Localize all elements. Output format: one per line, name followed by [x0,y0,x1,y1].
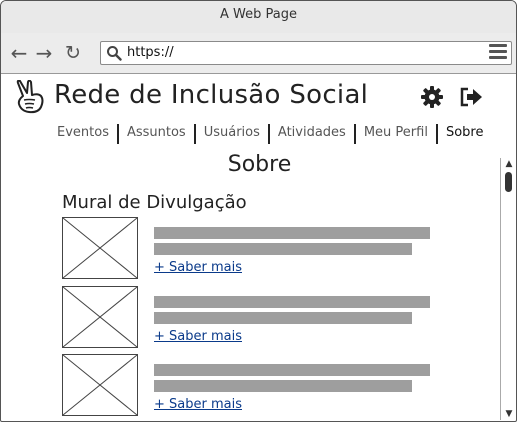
saber-mais-link[interactable]: + Saber mais [154,329,242,344]
post-item: + Saber mais [62,354,482,418]
text-placeholder-line [154,227,430,239]
text-placeholder-line [154,364,430,376]
image-placeholder [62,354,138,416]
page-content: Rede de Inclusão Social Eventos Assuntos… [1,74,516,421]
post-item: + Saber mais [62,286,482,350]
window-title: A Web Page [220,7,297,22]
hamburger-menu-icon[interactable] [489,44,507,62]
saber-mais-link[interactable]: + Saber mais [154,397,242,412]
peace-hand-logo-icon [16,80,44,114]
text-placeholder-line [154,312,412,324]
text-placeholder-line [154,296,430,308]
post-item: + Saber mais [62,217,482,281]
search-icon [107,46,122,61]
reload-icon[interactable]: ↻ [63,42,83,64]
main-nav: Eventos Assuntos Usuários Atividades Meu… [49,124,491,144]
scroll-down-icon[interactable]: ▼ [504,409,514,419]
nav-item-usuarios[interactable]: Usuários [196,124,268,142]
browser-window: A Web Page ← → ↻ https:// Rede de Inclus… [0,0,517,422]
nav-item-sobre[interactable]: Sobre [438,124,492,142]
nav-item-atividades[interactable]: Atividades [270,124,354,142]
scroll-up-icon[interactable]: ▲ [504,159,514,169]
logout-icon[interactable] [459,86,483,108]
address-bar[interactable]: https:// [100,41,512,65]
text-placeholder-line [154,243,412,255]
arrow-left-icon[interactable]: ← [9,42,29,64]
browser-toolbar: ← → ↻ https:// [1,33,516,74]
image-placeholder [62,286,138,348]
scrollbar-thumb[interactable] [505,172,512,192]
app-title: Rede de Inclusão Social [54,80,369,110]
saber-mais-link[interactable]: + Saber mais [154,260,242,275]
vertical-scrollbar[interactable]: ▲ ▼ [500,158,516,420]
nav-item-meu-perfil[interactable]: Meu Perfil [356,124,436,142]
image-placeholder [62,217,138,279]
nav-item-eventos[interactable]: Eventos [49,124,117,142]
url-text: https:// [127,45,174,60]
page-title: Sobre [227,152,292,177]
gear-icon[interactable] [421,86,443,108]
nav-item-assuntos[interactable]: Assuntos [119,124,194,142]
arrow-right-icon[interactable]: → [34,42,54,64]
text-placeholder-line [154,380,412,392]
section-title: Mural de Divulgação [62,192,247,213]
window-titlebar: A Web Page [1,1,516,34]
